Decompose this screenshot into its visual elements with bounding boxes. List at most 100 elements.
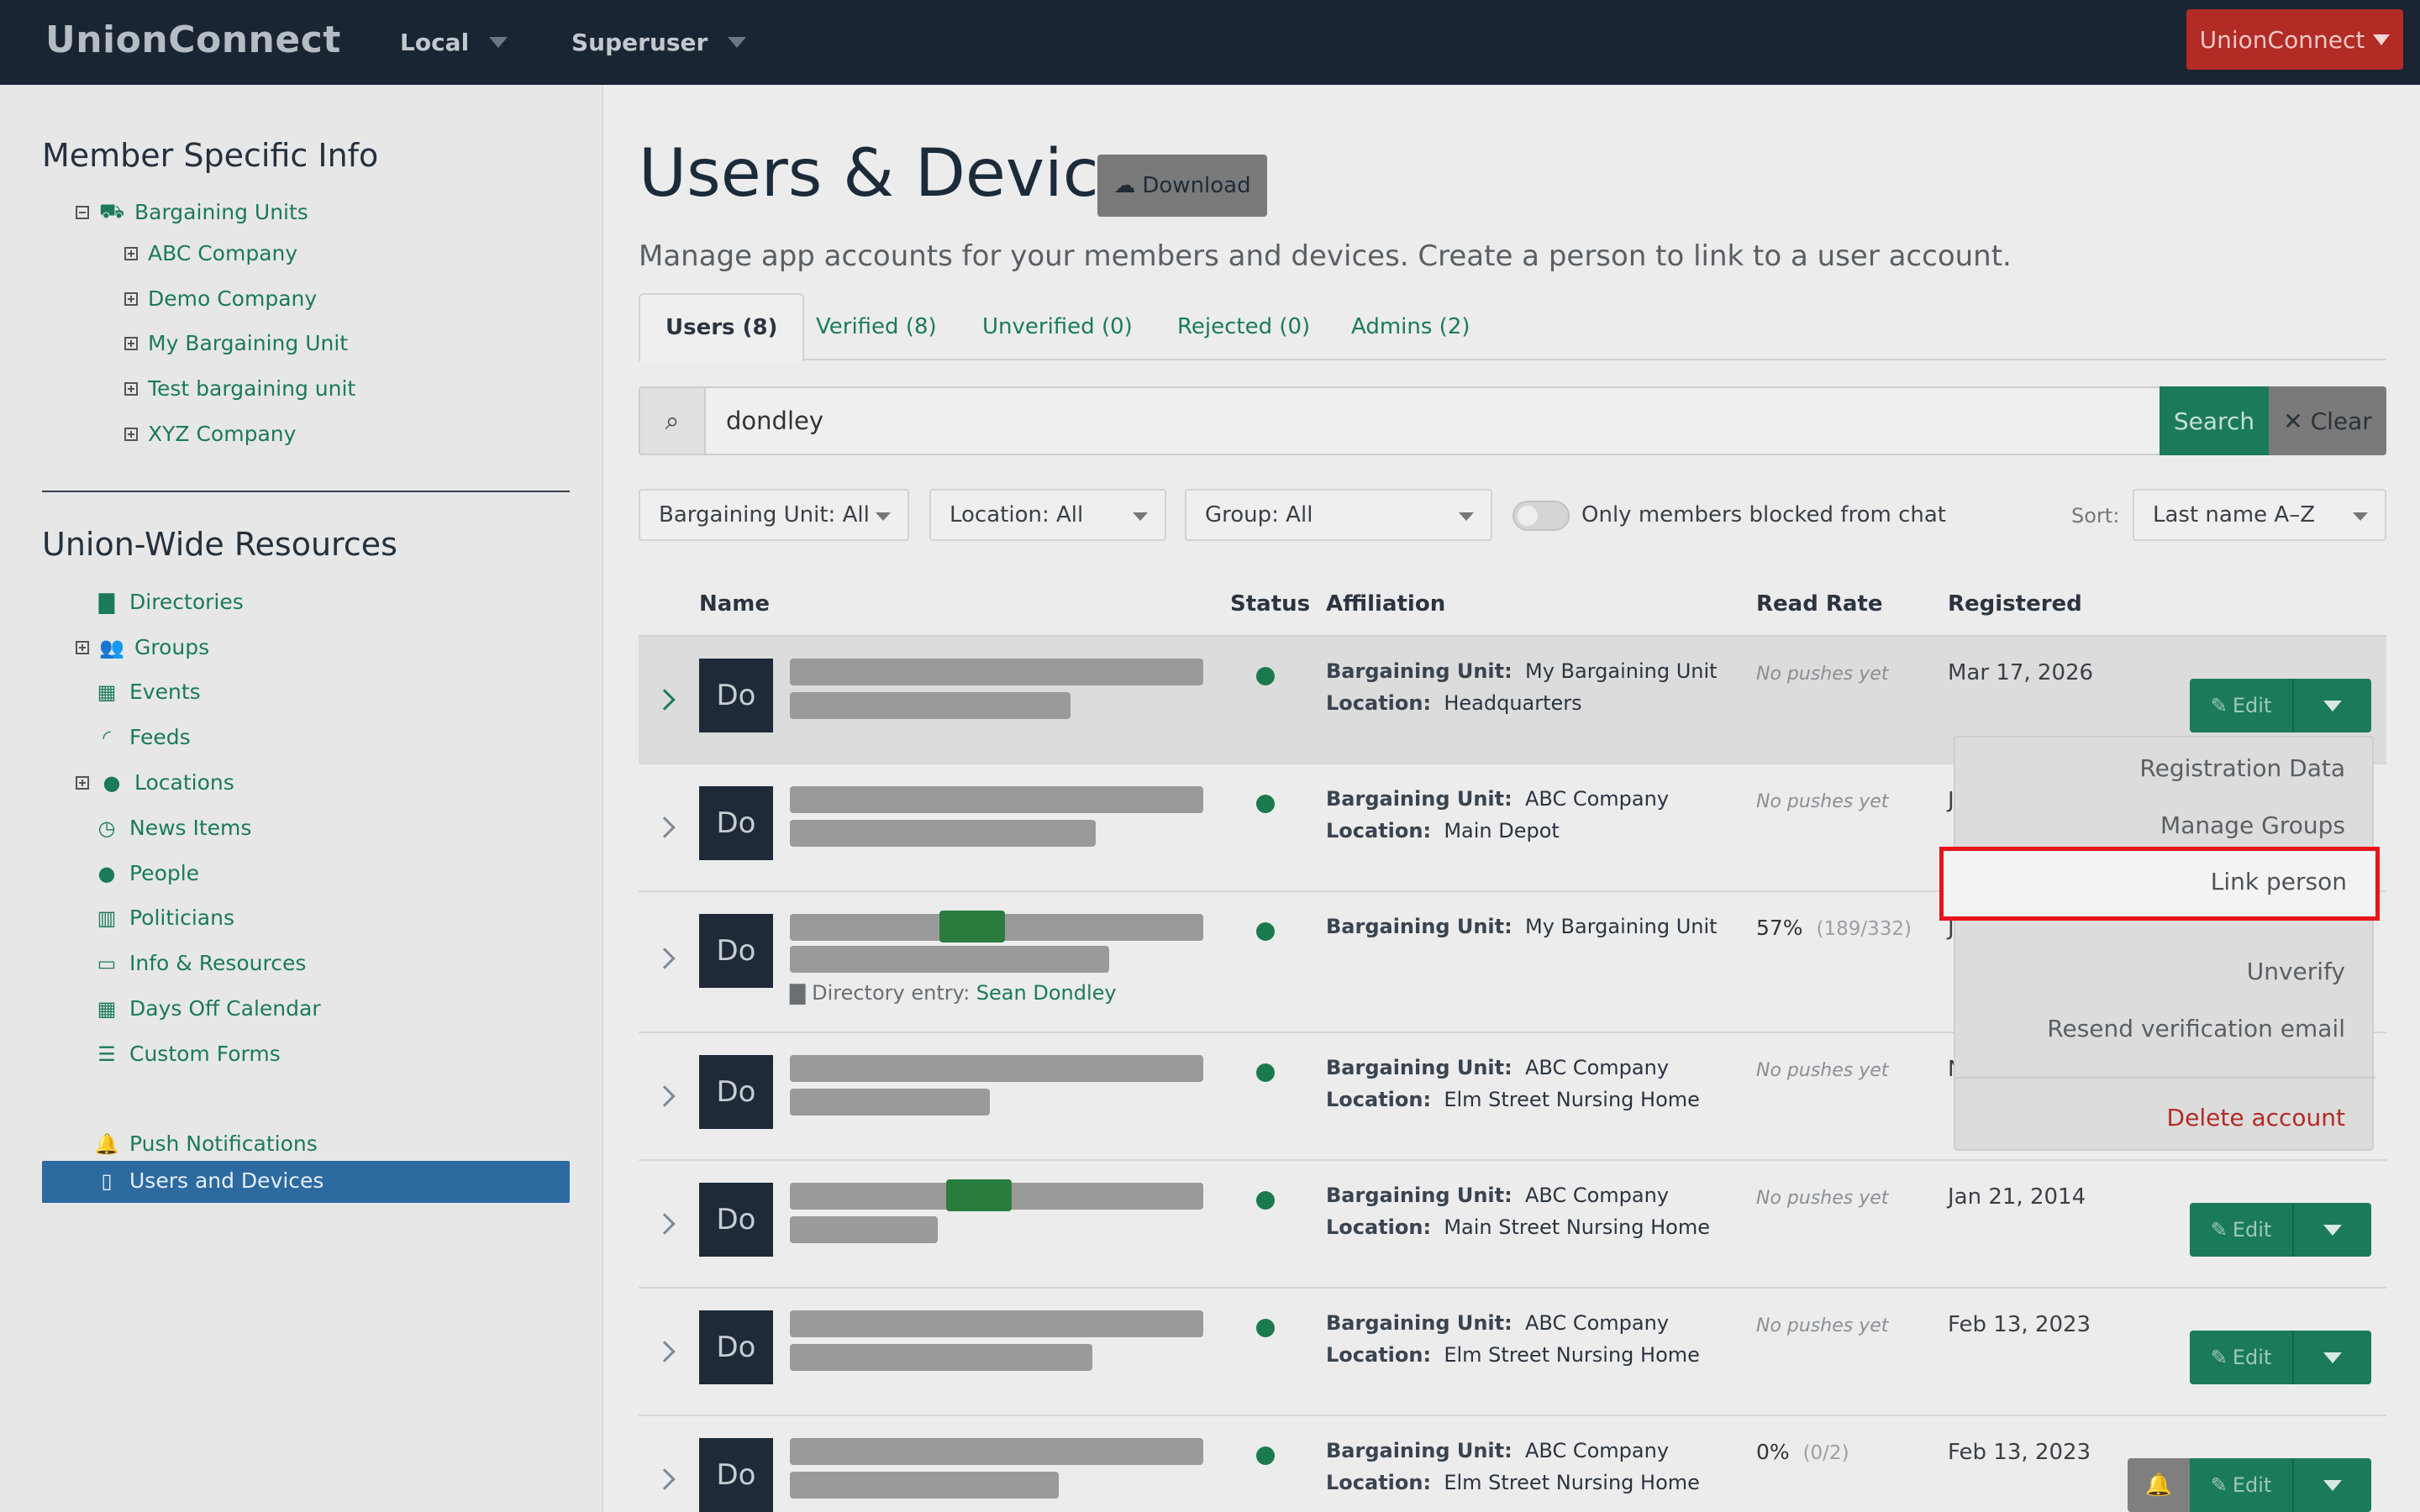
- menu-item-manage-groups[interactable]: Manage Groups: [2160, 811, 2345, 839]
- affiliation: Bargaining Unit: ABC Company Location: E…: [1326, 1439, 1700, 1494]
- table-row[interactable]: Do Bargaining Unit: ABC Company Location…: [639, 1161, 2386, 1289]
- blocked-chat-toggle[interactable]: [1512, 501, 1570, 531]
- edit-icon: ✎: [2210, 1346, 2228, 1369]
- users-icon: 👥: [99, 635, 124, 659]
- tree-bargaining-units[interactable]: ⛟ Bargaining Units: [76, 199, 308, 225]
- download-button[interactable]: ☁ Download: [1097, 155, 1267, 217]
- edit-button[interactable]: ✎ Edit: [2190, 1203, 2294, 1257]
- location-filter[interactable]: Location: All: [929, 489, 1166, 541]
- expand-row-chevron-icon[interactable]: [654, 948, 676, 969]
- registered-date: Feb 13, 2023: [1948, 1312, 2091, 1337]
- chevron-down-icon: [489, 37, 508, 48]
- expand-row-chevron-icon[interactable]: [654, 689, 676, 711]
- expand-icon[interactable]: [124, 246, 138, 260]
- table-row[interactable]: Do Bargaining Unit: ABC Company Location…: [639, 1416, 2386, 1512]
- tree-item-xyz-company[interactable]: XYZ Company: [124, 422, 296, 446]
- edit-button[interactable]: ✎ Edit: [2190, 679, 2294, 732]
- sidebar-item-locations[interactable]: ● Locations: [76, 770, 234, 795]
- account-menu-button[interactable]: UnionConnect: [2186, 9, 2403, 70]
- tab-rejected[interactable]: Rejected (0): [1177, 293, 1310, 360]
- read-rate: No pushes yet: [1756, 791, 1889, 812]
- user-tabs: Users (8) Verified (8) Unverified (0) Re…: [639, 293, 2386, 362]
- clock-icon: ◷: [97, 816, 116, 840]
- list-icon: ☰: [97, 1042, 116, 1066]
- menu-item-link-person[interactable]: Link person: [1939, 847, 2380, 921]
- menu-item-registration-data[interactable]: Registration Data: [2139, 754, 2345, 782]
- sidebar-item-info-resources[interactable]: ▭ Info & Resources: [94, 951, 307, 975]
- tab-verified[interactable]: Verified (8): [816, 293, 937, 360]
- collapse-icon[interactable]: [76, 205, 89, 219]
- redacted-email: [790, 692, 1071, 719]
- brand-logo[interactable]: UnionConnect: [45, 18, 341, 61]
- redacted-name: [790, 1055, 1203, 1082]
- clear-button[interactable]: ✕ Clear: [2269, 386, 2386, 455]
- tree-item-test-bargaining-unit[interactable]: Test bargaining unit: [124, 376, 355, 401]
- affiliation: Bargaining Unit: My Bargaining Unit Loca…: [1326, 659, 1718, 715]
- local-dropdown[interactable]: Local: [400, 29, 508, 56]
- affiliation: Bargaining Unit: ABC Company Location: E…: [1326, 1056, 1700, 1111]
- menu-item-unverify[interactable]: Unverify: [2247, 958, 2345, 985]
- tab-unverified[interactable]: Unverified (0): [982, 293, 1133, 360]
- edit-button[interactable]: ✎ Edit: [2190, 1458, 2294, 1512]
- push-notification-button[interactable]: 🔔: [2128, 1458, 2190, 1512]
- search-button[interactable]: Search: [2160, 386, 2269, 455]
- expand-icon[interactable]: [124, 427, 138, 441]
- expand-row-chevron-icon[interactable]: [654, 1213, 676, 1235]
- expand-icon[interactable]: [124, 336, 138, 350]
- search-input[interactable]: [704, 386, 2170, 455]
- expand-icon[interactable]: [76, 640, 89, 654]
- search-bar: ⌕ Search ✕ Clear: [639, 386, 2386, 455]
- tab-users[interactable]: Users (8): [639, 293, 805, 362]
- redacted-email: [790, 1344, 1092, 1371]
- registered-date: Jan 21, 2014: [1948, 1184, 2086, 1210]
- sidebar-item-news-items[interactable]: ◷ News Items: [94, 816, 252, 840]
- book-icon: ▇: [98, 590, 115, 614]
- edit-button[interactable]: ✎ Edit: [2190, 1331, 2294, 1384]
- caret-down-icon: [2323, 1479, 2342, 1491]
- menu-item-resend-verification[interactable]: Resend verification email: [2047, 1015, 2345, 1042]
- sidebar: Member Specific Info ⛟ Bargaining Units …: [0, 85, 603, 1512]
- directory-entry-link[interactable]: Sean Dondley: [976, 981, 1117, 1005]
- sidebar-item-directories[interactable]: ▇ Directories: [94, 590, 244, 614]
- menu-item-delete-account[interactable]: Delete account: [2167, 1104, 2345, 1131]
- tree-item-my-bargaining-unit[interactable]: My Bargaining Unit: [124, 331, 348, 355]
- group-filter[interactable]: Group: All: [1185, 489, 1492, 541]
- row-actions-dropdown-toggle[interactable]: [2294, 1331, 2371, 1384]
- expand-icon[interactable]: [124, 381, 138, 396]
- expand-icon[interactable]: [76, 775, 89, 790]
- redacted-email: [790, 1472, 1059, 1499]
- row-actions-dropdown-toggle[interactable]: [2294, 1458, 2371, 1512]
- bell-icon: 🔔: [2144, 1473, 2173, 1498]
- sidebar-item-users-and-devices[interactable]: ▯ Users and Devices: [42, 1161, 570, 1203]
- expand-row-chevron-icon[interactable]: [654, 1085, 676, 1107]
- expand-icon[interactable]: [124, 291, 138, 306]
- sidebar-item-feeds[interactable]: ◜ Feeds: [94, 725, 190, 749]
- row-actions-dropdown-toggle[interactable]: [2294, 679, 2371, 732]
- table-row[interactable]: Do Bargaining Unit: ABC Company Location…: [639, 1289, 2386, 1416]
- sidebar-item-groups[interactable]: 👥 Groups: [76, 635, 209, 659]
- redacted-email: [790, 946, 1109, 973]
- sidebar-item-push-notifications[interactable]: 🔔 Push Notifications: [94, 1131, 318, 1156]
- avatar: Do: [699, 1183, 773, 1257]
- tree-item-abc-company[interactable]: ABC Company: [124, 241, 297, 265]
- superuser-dropdown[interactable]: Superuser: [571, 29, 747, 56]
- expand-row-chevron-icon[interactable]: [654, 816, 676, 838]
- bargaining-unit-filter[interactable]: Bargaining Unit: All: [639, 489, 909, 541]
- local-dropdown-label: Local: [400, 29, 470, 56]
- sidebar-item-events[interactable]: ▦ Events: [94, 680, 201, 704]
- expand-row-chevron-icon[interactable]: [654, 1341, 676, 1362]
- sidebar-item-custom-forms[interactable]: ☰ Custom Forms: [94, 1042, 281, 1066]
- avatar: Do: [699, 786, 773, 860]
- sidebar-item-days-off-calendar[interactable]: ▦ Days Off Calendar: [94, 996, 321, 1021]
- sidebar-item-politicians[interactable]: ▥ Politicians: [94, 906, 234, 930]
- truck-icon: ⛟: [99, 199, 125, 223]
- caret-down-icon: [2323, 1224, 2342, 1236]
- sidebar-item-people[interactable]: ● People: [94, 861, 200, 885]
- sort-select[interactable]: Last name A–Z: [2133, 489, 2386, 541]
- redacted-name: [790, 1438, 1203, 1465]
- expand-row-chevron-icon[interactable]: [654, 1468, 676, 1490]
- column-affiliation: Affiliation: [1326, 591, 1446, 617]
- row-actions-dropdown-toggle[interactable]: [2294, 1203, 2371, 1257]
- tab-admins[interactable]: Admins (2): [1351, 293, 1470, 360]
- tree-item-demo-company[interactable]: Demo Company: [124, 286, 317, 311]
